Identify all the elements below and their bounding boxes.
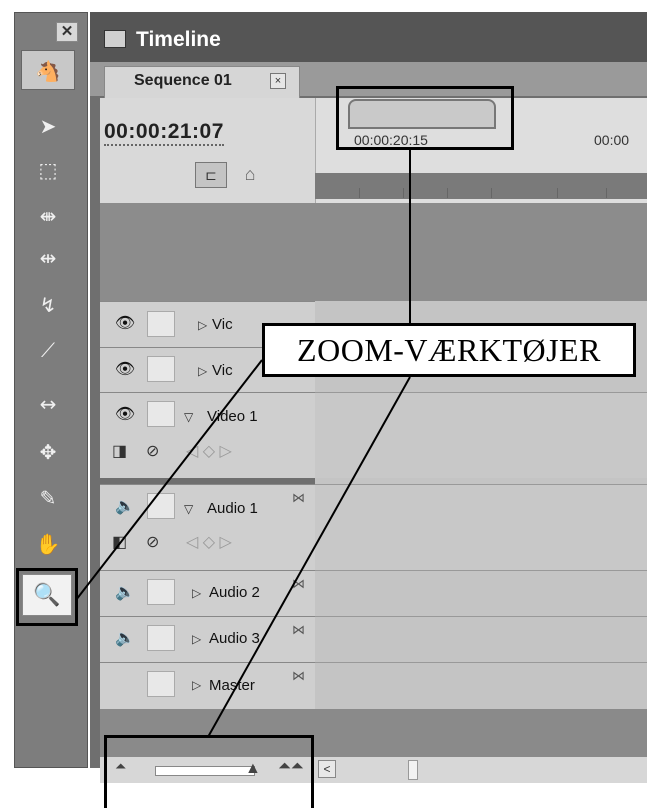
annotation-callout: ZOOM-VÆRKTØJER xyxy=(262,323,636,377)
annotation-box-zoom-slider xyxy=(104,735,314,808)
annotation-lines xyxy=(75,150,411,738)
annotation-box-zoom-tool xyxy=(16,568,78,626)
annotation-box-viewing-bar xyxy=(336,86,514,150)
